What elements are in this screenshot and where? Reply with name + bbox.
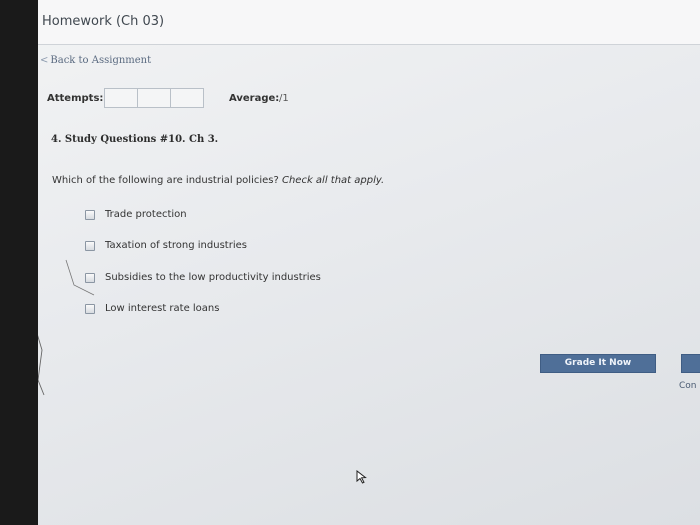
attempt-box: [104, 88, 138, 108]
question-text: Which of the following are industrial po…: [52, 175, 279, 186]
next-button[interactable]: [681, 354, 700, 373]
chevron-left-icon: <: [40, 55, 49, 66]
average-label: Average:: [229, 93, 280, 104]
mouse-pointer-icon: [356, 470, 367, 484]
attempt-box: [170, 88, 204, 108]
page-title: Homework (Ch 03): [42, 14, 165, 29]
option-label: Low interest rate loans: [105, 303, 220, 314]
back-to-assignment-link[interactable]: < Back to Assignment: [40, 55, 151, 66]
question-instruction: Check all that apply.: [281, 175, 385, 186]
back-link-label: Back to Assignment: [50, 55, 152, 66]
grade-it-now-button[interactable]: Grade It Now: [540, 354, 656, 373]
attempts-label: Attempts:: [47, 93, 104, 104]
attempt-indicators: [104, 88, 204, 108]
homework-screen: Homework (Ch 03) < Back to Assignment Att…: [38, 0, 700, 525]
question-prompt: Which of the following are industrial po…: [52, 175, 384, 186]
pen-marks-decoration: [38, 259, 95, 396]
continue-link[interactable]: Con: [679, 381, 697, 391]
option-label: Taxation of strong industries: [105, 240, 247, 251]
option-label: Trade protection: [105, 209, 187, 220]
average-value: /1: [279, 93, 289, 104]
header-bar: Homework (Ch 03): [38, 0, 700, 45]
attempt-box: [137, 88, 171, 108]
option-subsidies-low-productivity[interactable]: Subsidies to the low productivity indust…: [85, 272, 321, 283]
option-label: Subsidies to the low productivity indust…: [105, 272, 321, 283]
question-title: 4. Study Questions #10. Ch 3.: [51, 134, 219, 145]
